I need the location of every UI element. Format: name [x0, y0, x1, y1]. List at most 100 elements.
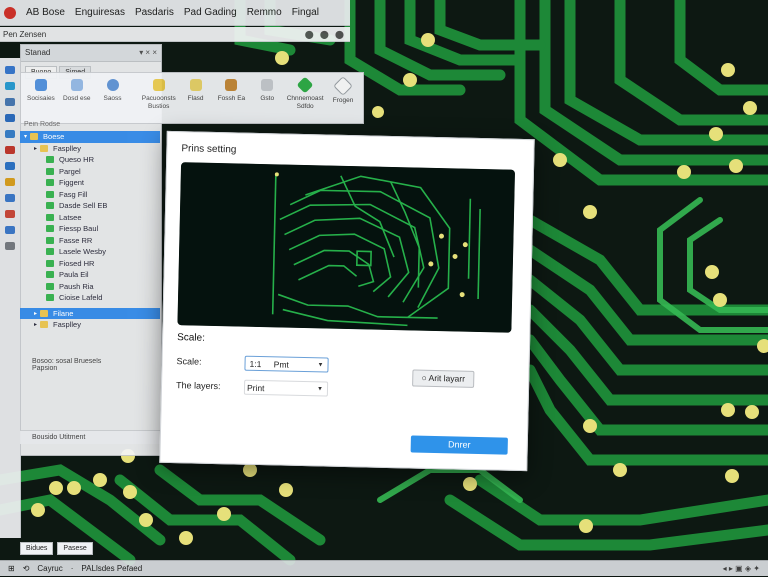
tree-row[interactable]: Queso HR	[20, 154, 160, 166]
bottom-tab-2[interactable]: Pasese	[57, 542, 93, 555]
status-copy: Cayruc	[37, 564, 63, 573]
tree-row-label: Fiessp Baul	[59, 224, 99, 234]
layers-label: The layers:	[175, 380, 221, 392]
tree-row[interactable]: Paula Eil	[20, 269, 160, 281]
panel-window-buttons[interactable]: ▾ × ×	[139, 45, 157, 61]
address-bar[interactable]: Pen Zensen ⬤ ⬤ ⬤	[0, 27, 350, 42]
pen-tool-icon[interactable]	[5, 146, 15, 154]
pointer-tool-icon[interactable]	[5, 82, 15, 90]
route-tool-icon[interactable]	[5, 98, 15, 106]
select-tool-icon[interactable]	[5, 66, 15, 74]
tree-row-label: Dasde Sell EB	[59, 201, 108, 211]
tree-row[interactable]: ▸ Fasplley	[20, 319, 160, 331]
ribbon-button-5[interactable]: Flasd	[180, 79, 212, 103]
doc-tool-icon	[70, 79, 83, 91]
panel-section-label[interactable]: Papsion	[32, 365, 160, 372]
menu-item-4[interactable]: Pad Gading	[184, 7, 237, 18]
wire-tool-icon[interactable]	[5, 162, 15, 170]
check-tool-icon[interactable]	[5, 114, 15, 122]
pcb-preview-image	[177, 162, 516, 333]
bottom-tabs: Bidues Pasese	[20, 542, 93, 555]
blue-tool-icon	[34, 79, 47, 91]
measure-tool-icon[interactable]	[5, 226, 15, 234]
tree-row-label: Lasele Wesby	[59, 247, 106, 257]
tree-row[interactable]: Fiessp Baul	[20, 223, 160, 235]
tree-row-label: Boese	[43, 132, 65, 142]
layer-icon	[46, 294, 54, 302]
toolbar-dots[interactable]: ⬤ ⬤ ⬤	[305, 27, 346, 42]
search-icon	[106, 79, 119, 91]
layers-select[interactable]: Print ▼	[243, 379, 329, 397]
menu-item-3[interactable]: Pasdaris	[135, 7, 174, 18]
status-controls[interactable]: ◂ ▸ ▣ ◈ ✦	[723, 561, 768, 576]
tree-row[interactable]: ▸ Filane	[20, 307, 160, 319]
radio-icon: ○	[421, 372, 427, 383]
menu-item-1[interactable]: AB Bose	[26, 7, 65, 18]
add-layer-button[interactable]: ○ Arit layarr	[412, 369, 475, 388]
ribbon-button-9[interactable]: Frogen	[327, 76, 359, 105]
layer-tool-icon[interactable]	[5, 242, 15, 250]
app-logo-icon[interactable]	[4, 6, 16, 19]
ribbon-button-1[interactable]: Socisaies	[25, 79, 57, 103]
tree-row[interactable]: ▾ Boese	[20, 131, 160, 143]
edit-tool-icon[interactable]	[5, 130, 15, 138]
tree-row[interactable]: ▸ Fasplley	[20, 143, 160, 155]
tree-row-label: Pargel	[59, 166, 81, 176]
ribbon-label: Pacuoonsts Bustios	[141, 95, 176, 110]
menu-item-2[interactable]: Enguiresas	[75, 7, 125, 18]
tree-row[interactable]: Fasse RR	[20, 235, 160, 247]
scale-section-header: Scale:	[176, 332, 206, 344]
tree-row[interactable]: Figgent	[20, 177, 160, 189]
layer-icon	[46, 248, 54, 256]
tree-row-label: Fasg Fill	[59, 189, 88, 199]
ribbon-label: Chnnemoast Sdfdo	[286, 95, 324, 110]
menu-bar: AB Bose Enguiresas Pasdaris Pad Gading R…	[0, 0, 350, 26]
tree-row[interactable]: Pargel	[20, 166, 160, 178]
tree-row[interactable]: Fasg Fill	[20, 189, 160, 201]
chevron-down-icon: ▼	[317, 362, 324, 369]
scale-select[interactable]: 1:1 Pmt ▼	[244, 355, 329, 373]
ribbon-button-7[interactable]: Gsto	[251, 79, 283, 103]
dialog-title: Prins setting	[181, 143, 237, 156]
ribbon-button-4[interactable]: Pacuoonsts Bustios	[142, 79, 176, 111]
marker-tool-icon[interactable]	[5, 210, 15, 218]
tree-row[interactable]: Dasde Sell EB	[20, 200, 160, 212]
tree-row[interactable]: Lasele Wesby	[20, 246, 160, 258]
layer-icon	[46, 236, 54, 244]
tree-row[interactable]: Cioise Lafeld	[20, 292, 160, 304]
status-bar: ⊞ ⟲ Cayruc · PALlsdes Pefaed ◂ ▸ ▣ ◈ ✦	[0, 560, 768, 576]
undo-icon[interactable]: ⟲	[23, 561, 30, 576]
bottom-tab-1[interactable]: Bidues	[20, 542, 54, 555]
tree-row-label: Fasplley	[53, 143, 81, 153]
ribbon-button-3[interactable]: Saoss	[97, 79, 129, 103]
tree-row[interactable]: Latsee	[20, 212, 160, 224]
tree-row[interactable]: Paush Ria	[20, 281, 160, 293]
ribbon-button-8[interactable]: Chnnemoast Sdfdo	[286, 76, 324, 111]
tree-row-label: Paush Ria	[59, 281, 94, 291]
menu-item-6[interactable]: Fingal	[292, 7, 319, 18]
print-settings-dialog: Prins setting Scale: Scale: 1:1 Pmt ▼ Th…	[159, 130, 535, 472]
ribbon-button-6[interactable]: Fossh Ea	[216, 79, 248, 103]
yellow-doc-icon	[189, 79, 202, 91]
ribbon-button-2[interactable]: Dosd ese	[61, 79, 93, 103]
panel-bottom-bar[interactable]: Bousido Utitment	[20, 430, 160, 444]
scale-mode: Pmt	[273, 359, 289, 370]
tree-row-label: Filane	[53, 308, 74, 318]
green-diamond-icon	[296, 76, 314, 94]
menu-item-5[interactable]: Remmo	[247, 7, 282, 18]
layer-icon	[46, 225, 54, 233]
component-tool-icon[interactable]	[5, 178, 15, 186]
layer-icon	[46, 202, 54, 210]
primary-action-button[interactable]: Dnrer	[410, 435, 508, 455]
status-separator: ·	[70, 564, 74, 573]
ribbon-label: Gsto	[260, 95, 275, 102]
address-text: Pen Zensen	[3, 30, 47, 39]
line-tool-icon[interactable]	[5, 194, 15, 202]
yellow-doc-icon	[152, 79, 165, 91]
layer-icon	[46, 213, 54, 221]
tree-row-label: Paula Eil	[59, 270, 89, 280]
grid-icon[interactable]: ⊞	[8, 561, 15, 576]
tree-row[interactable]: Fiosed HR	[20, 258, 160, 270]
scale-ratio: 1:1	[249, 358, 262, 370]
panel-title: Stanad	[25, 48, 51, 57]
